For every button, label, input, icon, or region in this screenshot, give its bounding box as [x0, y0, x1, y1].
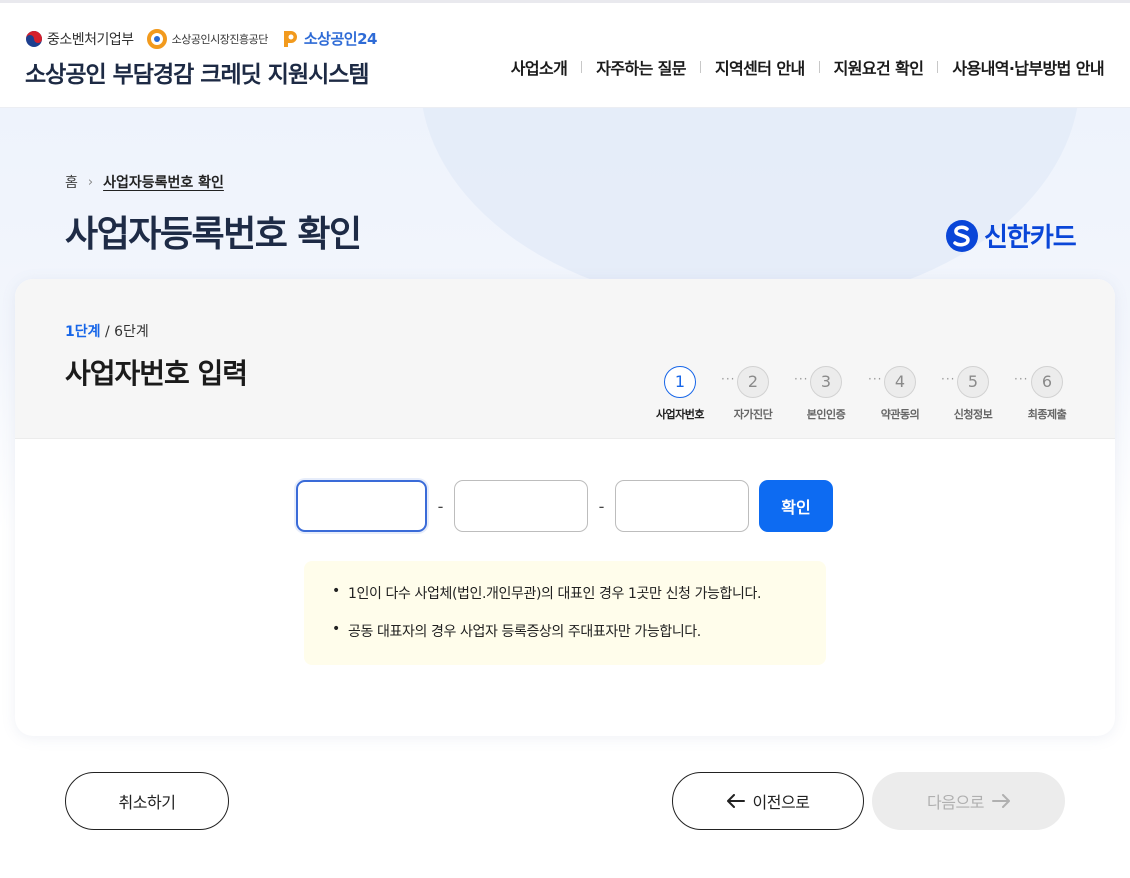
notice-item: 공동 대표자의 경우 사업자 등록증상의 주대표자만 가능합니다.	[332, 621, 826, 641]
portal-p-icon	[283, 30, 297, 47]
step-circle: 2	[737, 366, 769, 398]
business-number-inputs: - - 확인	[296, 480, 833, 532]
nav-eligibility[interactable]: 지원요건 확인	[834, 55, 924, 79]
step-label: 사업자번호	[655, 408, 705, 421]
agency-logo[interactable]: 소상공인시장진흥공단	[146, 28, 269, 49]
cancel-label: 취소하기	[118, 793, 176, 812]
site-title[interactable]: 소상공인 부담경감 크레딧 지원시스템	[25, 55, 370, 89]
step-1: 1 사업자번호	[640, 366, 720, 422]
agency-name: 소상공인시장진흥공단	[171, 32, 269, 46]
ministry-logo[interactable]: 중소벤처기업부	[25, 29, 134, 49]
previous-button[interactable]: 이전으로	[672, 772, 864, 830]
step-indicator-text: 1단계 / 6단계	[65, 321, 149, 341]
ministry-name: 중소벤처기업부	[47, 31, 134, 48]
step-circle: 4	[884, 366, 916, 398]
step-circle: 5	[957, 366, 989, 398]
step-6: 6 최종제출	[1007, 366, 1087, 422]
step-3: 3 본인인증	[786, 366, 866, 422]
next-label: 다음으로	[927, 793, 984, 812]
input-separator: -	[437, 496, 444, 516]
cancel-button[interactable]: 취소하기	[65, 772, 229, 830]
main-nav: 사업소개 자주하는 질문 지역센터 안내 지원요건 확인 사용내역·납부방법 안…	[511, 55, 1105, 79]
step-4: 4 약관동의	[860, 366, 940, 422]
step-5: 5 신청정보	[933, 366, 1013, 422]
step-title: 사업자번호 입력	[65, 357, 248, 390]
step-label: 약관동의	[880, 408, 920, 421]
page-title: 사업자등록번호 확인	[65, 214, 362, 255]
nav-usage-payment[interactable]: 사용내역·납부방법 안내	[952, 55, 1104, 79]
previous-label: 이전으로	[752, 793, 810, 812]
step-label: 자가진단	[733, 408, 773, 421]
shinhan-emblem-icon	[946, 219, 978, 252]
next-button[interactable]: 다음으로	[872, 772, 1065, 830]
step-current: 1단계	[65, 324, 101, 340]
portal-name: 소상공인24	[303, 30, 378, 48]
notice-box: 1인이 다수 사업체(법인.개인무관)의 대표인 경우 1곳만 신청 가능합니다…	[304, 561, 826, 665]
nav-divider	[581, 61, 583, 73]
nav-faq[interactable]: 자주하는 질문	[596, 55, 686, 79]
logo-bar: 중소벤처기업부 소상공인시장진흥공단 소상공인24	[25, 28, 377, 49]
step-label: 최종제출	[1027, 408, 1067, 421]
nav-about[interactable]: 사업소개	[511, 55, 568, 79]
confirm-button[interactable]: 확인	[759, 480, 833, 532]
step-circle: 3	[810, 366, 842, 398]
step-total: / 6단계	[104, 324, 149, 340]
nav-divider	[937, 61, 939, 73]
nav-divider	[699, 61, 701, 73]
step-circle: 6	[1031, 366, 1063, 398]
site-header: 중소벤처기업부 소상공인시장진흥공단 소상공인24 소상공인 부담경감 크레딧 …	[0, 3, 1130, 108]
step-progress: 1 사업자번호 ··· 2 자가진단 ··· 3 본인인증 ··· 4 약관동의…	[640, 366, 1100, 426]
step-label: 신청정보	[953, 408, 993, 421]
portal-logo[interactable]: 소상공인24	[280, 28, 377, 49]
step-circle: 1	[664, 366, 696, 398]
step-2: 2 자가진단	[713, 366, 793, 422]
notice-item: 1인이 다수 사업체(법인.개인무관)의 대표인 경우 1곳만 신청 가능합니다…	[332, 583, 826, 603]
arrow-left-icon	[726, 794, 745, 808]
business-number-part1-input[interactable]	[296, 480, 427, 532]
partner-logo: 신한카드	[945, 217, 1077, 254]
business-number-part3-input[interactable]	[615, 480, 749, 532]
breadcrumb: 홈 › 사업자등록번호 확인	[65, 172, 224, 192]
breadcrumb-home[interactable]: 홈	[65, 172, 78, 192]
hero-decoration	[420, 108, 1080, 308]
agency-emblem-icon	[146, 28, 167, 49]
breadcrumb-current[interactable]: 사업자등록번호 확인	[103, 172, 224, 192]
taeguk-icon	[26, 30, 42, 47]
arrow-right-icon	[991, 794, 1010, 808]
nav-divider	[818, 61, 820, 73]
input-separator: -	[598, 496, 605, 516]
nav-regional-center[interactable]: 지역센터 안내	[715, 55, 805, 79]
card-header: 1단계 / 6단계 사업자번호 입력 1 사업자번호 ··· 2 자가진단 ··…	[15, 279, 1115, 439]
chevron-right-icon: ›	[87, 174, 94, 190]
step-label: 본인인증	[806, 408, 846, 421]
partner-name: 신한카드	[984, 223, 1077, 253]
business-number-part2-input[interactable]	[454, 480, 588, 532]
form-card: 1단계 / 6단계 사업자번호 입력 1 사업자번호 ··· 2 자가진단 ··…	[15, 279, 1115, 736]
